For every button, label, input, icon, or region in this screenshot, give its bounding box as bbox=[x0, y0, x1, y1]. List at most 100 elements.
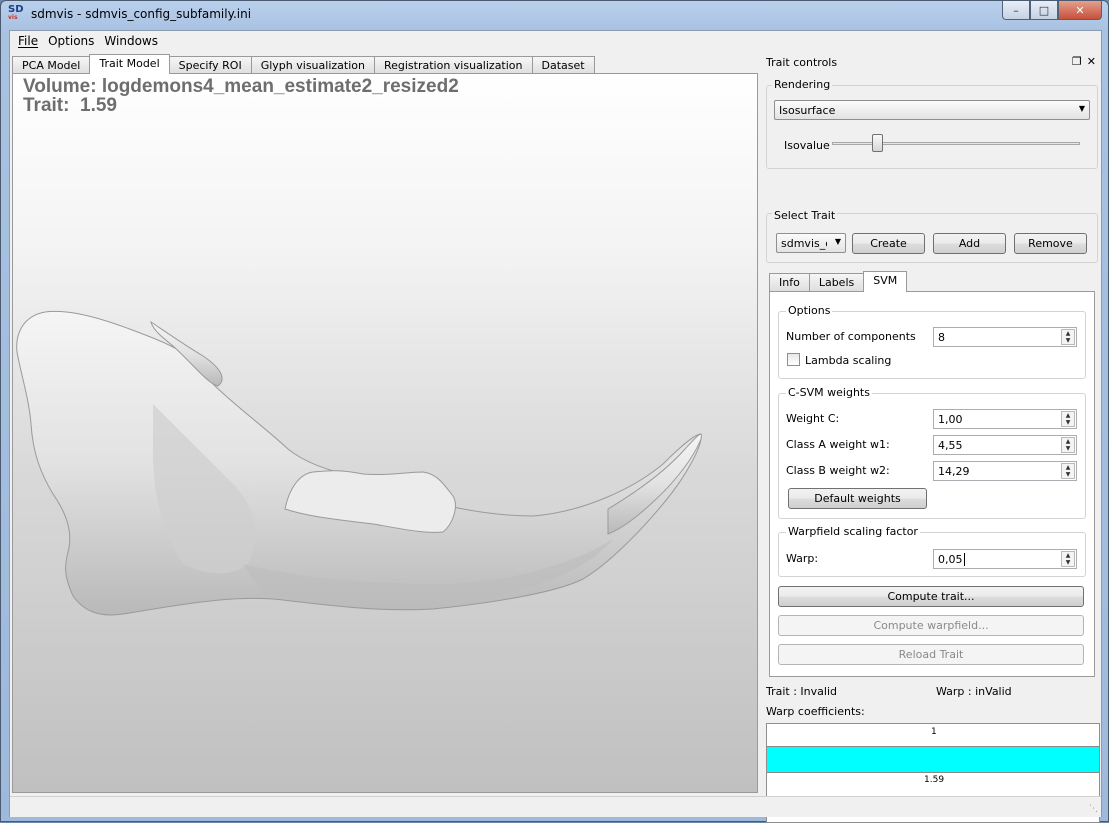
isovalue-slider-handle[interactable] bbox=[872, 134, 884, 152]
compute-warpfield-button[interactable]: Compute warpfield... bbox=[778, 615, 1084, 636]
status-bar: ⋱ bbox=[10, 796, 1101, 817]
warp-coefficients-label: Warp coefficients: bbox=[766, 705, 865, 718]
num-components-spinbox[interactable]: 8 ▲ ▼ bbox=[933, 327, 1077, 347]
menu-file[interactable]: File bbox=[13, 31, 43, 51]
spin-down-icon[interactable]: ▼ bbox=[1062, 419, 1074, 426]
panel-buttons: ❐ ✕ bbox=[1072, 55, 1096, 68]
tab-pca-model[interactable]: PCA Model bbox=[12, 56, 91, 74]
spin-arrows[interactable]: ▲ ▼ bbox=[1061, 463, 1075, 479]
float-panel-icon[interactable]: ❐ bbox=[1072, 55, 1082, 68]
maximize-icon: □ bbox=[1038, 3, 1050, 17]
spin-down-icon[interactable]: ▼ bbox=[1062, 471, 1074, 478]
trait-value-label: Trait: 1.59 bbox=[23, 95, 117, 116]
lambda-scaling-label: Lambda scaling bbox=[805, 354, 892, 367]
remove-trait-button[interactable]: Remove bbox=[1014, 233, 1087, 254]
class-a-weight-value: 4,55 bbox=[938, 439, 963, 452]
warp-coefficient-bar bbox=[767, 746, 1099, 773]
sdmvis-app-icon: SD vis bbox=[8, 5, 26, 25]
close-panel-icon[interactable]: ✕ bbox=[1087, 55, 1096, 68]
trait-select[interactable]: sdmvis_cc ▼ bbox=[776, 233, 846, 253]
spin-arrows[interactable]: ▲ ▼ bbox=[1061, 411, 1075, 427]
class-b-weight-value: 14,29 bbox=[938, 465, 970, 478]
default-weights-button[interactable]: Default weights bbox=[788, 488, 927, 509]
jaw-main-body bbox=[16, 310, 702, 616]
spin-arrows[interactable]: ▲ ▼ bbox=[1061, 329, 1075, 345]
spin-up-icon[interactable]: ▲ bbox=[1062, 552, 1074, 559]
dropdown-arrow-icon: ▼ bbox=[834, 237, 841, 246]
isovalue-label: Isovalue bbox=[784, 139, 830, 152]
rendering-mode-select[interactable]: Isosurface ▼ bbox=[774, 100, 1090, 120]
spin-up-icon[interactable]: ▲ bbox=[1062, 464, 1074, 471]
menu-options[interactable]: Options bbox=[43, 31, 99, 51]
create-trait-button[interactable]: Create bbox=[852, 233, 925, 254]
tab-info[interactable]: Info bbox=[769, 273, 810, 291]
spin-down-icon[interactable]: ▼ bbox=[1062, 337, 1074, 344]
trait-subtab-bar: Info Labels SVM bbox=[769, 271, 908, 292]
text-cursor bbox=[963, 553, 965, 566]
menu-windows[interactable]: Windows bbox=[99, 31, 163, 51]
tab-svm[interactable]: SVM bbox=[863, 271, 908, 292]
spin-arrows[interactable]: ▲ ▼ bbox=[1061, 551, 1075, 567]
tab-glyph-visualization[interactable]: Glyph visualization bbox=[250, 56, 375, 74]
isovalue-slider-track[interactable] bbox=[832, 142, 1080, 145]
trait-controls-panel: Trait controls ❐ ✕ Rendering Isosurface … bbox=[764, 53, 1100, 823]
close-button[interactable]: ✕ bbox=[1058, 1, 1102, 20]
window-title: sdmvis - sdmvis_config_subfamily.ini bbox=[31, 7, 252, 21]
panel-title: Trait controls bbox=[766, 56, 838, 69]
class-a-weight-label: Class A weight w1: bbox=[786, 438, 890, 451]
warp-spinbox[interactable]: 0,05 ▲ ▼ bbox=[933, 549, 1077, 569]
rendering-group-label: Rendering bbox=[772, 78, 833, 91]
spin-down-icon[interactable]: ▼ bbox=[1062, 559, 1074, 566]
close-icon: ✕ bbox=[1075, 3, 1085, 17]
weight-c-label: Weight C: bbox=[786, 412, 840, 425]
class-a-weight-spinbox[interactable]: 4,55 ▲ ▼ bbox=[933, 435, 1077, 455]
client-area: File Options Windows PCA Model Trait Mod… bbox=[9, 30, 1102, 823]
coef-bottom-value: 1.59 bbox=[924, 775, 945, 785]
minimize-button[interactable]: – bbox=[1002, 1, 1030, 20]
tab-labels[interactable]: Labels bbox=[808, 273, 865, 291]
add-trait-button[interactable]: Add bbox=[933, 233, 1006, 254]
spin-arrows[interactable]: ▲ ▼ bbox=[1061, 437, 1075, 453]
rendering-group bbox=[766, 85, 1098, 169]
title-bar[interactable]: SD vis sdmvis - sdmvis_config_subfamily.… bbox=[1, 1, 1108, 29]
tab-registration-visualization[interactable]: Registration visualization bbox=[373, 56, 533, 74]
minimize-icon: – bbox=[1013, 3, 1019, 17]
spin-up-icon[interactable]: ▲ bbox=[1062, 438, 1074, 445]
num-components-value: 8 bbox=[938, 331, 945, 344]
warp-label: Warp: bbox=[786, 552, 819, 565]
class-b-weight-label: Class B weight w2: bbox=[786, 464, 890, 477]
compute-trait-button[interactable]: Compute trait... bbox=[778, 586, 1084, 607]
app-icon-subtext: vis bbox=[8, 14, 18, 21]
dropdown-arrow-icon: ▼ bbox=[1078, 104, 1085, 113]
svm-panel: Options Number of components 8 ▲ ▼ Lambda… bbox=[769, 291, 1095, 677]
spin-down-icon[interactable]: ▼ bbox=[1062, 445, 1074, 452]
trait-status: Trait : Invalid bbox=[766, 685, 837, 698]
csvm-weights-group-label: C-SVM weights bbox=[786, 386, 872, 399]
class-b-weight-spinbox[interactable]: 14,29 ▲ ▼ bbox=[933, 461, 1077, 481]
reload-trait-button[interactable]: Reload Trait bbox=[778, 644, 1084, 665]
main-tab-bar: PCA Model Trait Model Specify ROI Glyph … bbox=[12, 54, 595, 74]
resize-grip-icon[interactable]: ⋱ bbox=[1089, 804, 1098, 814]
trait-select-value: sdmvis_cc bbox=[781, 237, 827, 250]
render-viewport[interactable]: Volume: logdemons4_mean_estimate2_resize… bbox=[12, 73, 758, 793]
spin-up-icon[interactable]: ▲ bbox=[1062, 412, 1074, 419]
options-group-label: Options bbox=[786, 304, 833, 317]
lambda-scaling-checkbox[interactable] bbox=[787, 353, 800, 366]
select-trait-group-label: Select Trait bbox=[772, 209, 838, 222]
maximize-button[interactable]: □ bbox=[1030, 1, 1058, 20]
tab-trait-model[interactable]: Trait Model bbox=[89, 54, 170, 74]
volume-label: Volume: logdemons4_mean_estimate2_resize… bbox=[23, 76, 459, 97]
warp-status: Warp : inValid bbox=[936, 685, 1012, 698]
spin-up-icon[interactable]: ▲ bbox=[1062, 330, 1074, 337]
warpfield-scaling-group-label: Warpfield scaling factor bbox=[786, 525, 920, 538]
window-controls: – □ ✕ bbox=[1002, 1, 1102, 20]
app-window: SD vis sdmvis - sdmvis_config_subfamily.… bbox=[0, 0, 1109, 823]
num-components-label: Number of components bbox=[786, 330, 916, 343]
tab-specify-roi[interactable]: Specify ROI bbox=[168, 56, 252, 74]
coef-top-value: 1 bbox=[931, 727, 937, 737]
weight-c-spinbox[interactable]: 1,00 ▲ ▼ bbox=[933, 409, 1077, 429]
jaw-incisor bbox=[607, 433, 702, 535]
tab-dataset[interactable]: Dataset bbox=[531, 56, 595, 74]
weight-c-value: 1,00 bbox=[938, 413, 963, 426]
jawbone-isosurface bbox=[16, 310, 702, 616]
